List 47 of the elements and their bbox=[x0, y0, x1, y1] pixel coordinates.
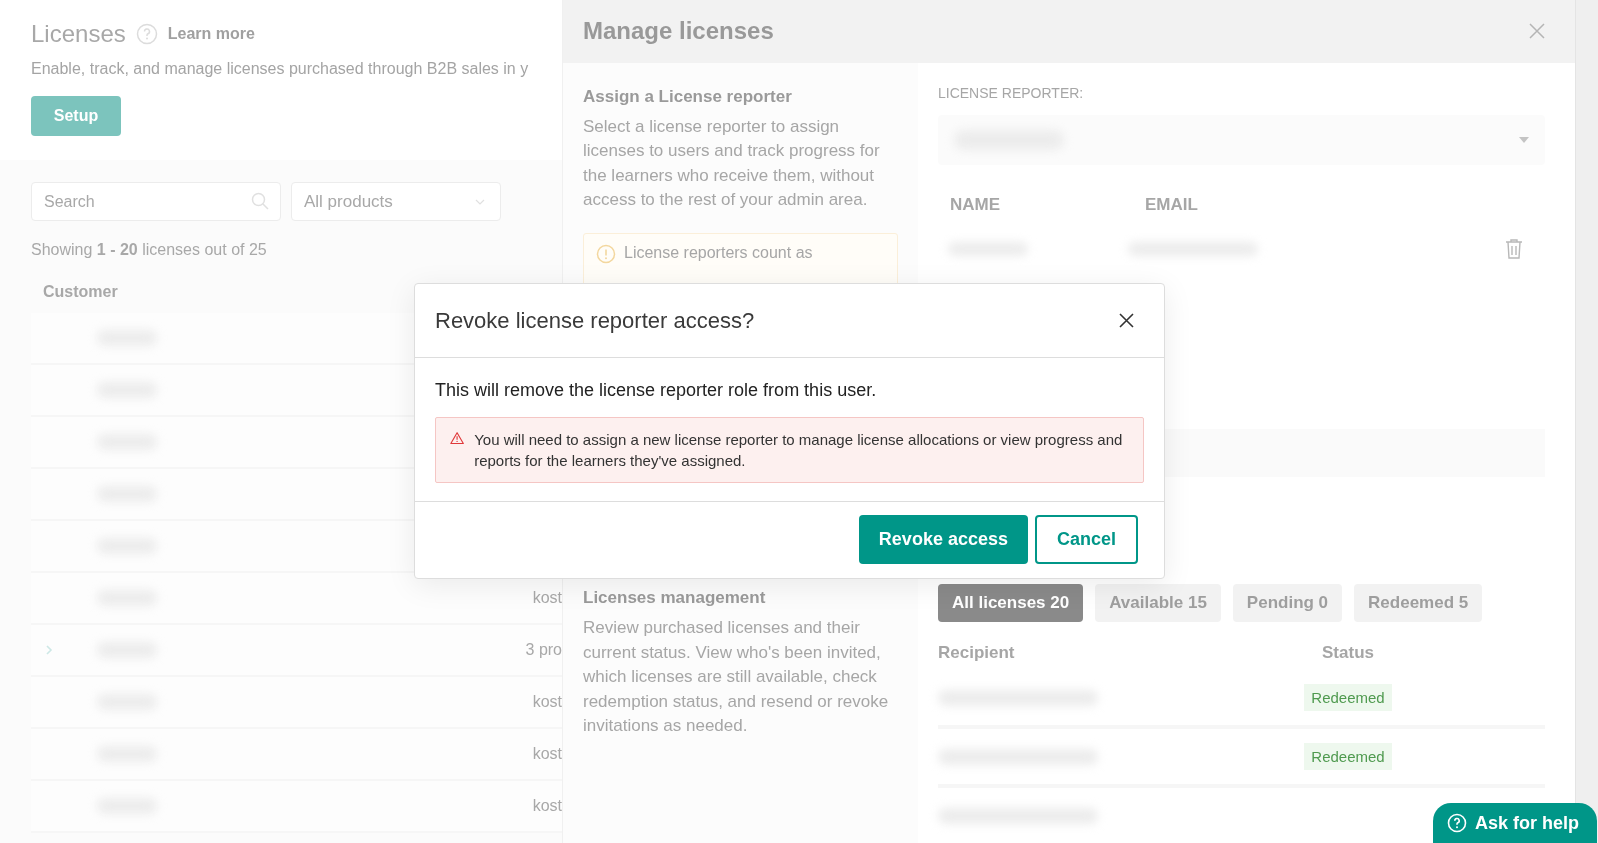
cancel-button[interactable]: Cancel bbox=[1034, 515, 1138, 564]
column-header: Customer bbox=[43, 283, 118, 300]
filter-tab[interactable]: All licenses 20 bbox=[938, 584, 1084, 622]
status-badge: Redeemed bbox=[1304, 743, 1392, 770]
table-cell: 3 pro bbox=[525, 641, 562, 659]
table-cell: kost bbox=[532, 589, 562, 607]
table-cell: kost bbox=[532, 797, 562, 815]
section-description: Select a license reporter to assign licenses to users and track progress for the learners who receive them, without access to the rest of your admin area. bbox=[583, 115, 881, 212]
warning-icon bbox=[450, 429, 465, 447]
caret-down-icon bbox=[1519, 136, 1529, 143]
panel-title: Manage licenses bbox=[583, 17, 774, 46]
product-dropdown[interactable]: All products bbox=[291, 182, 501, 221]
status-badge: Redeemed bbox=[1304, 684, 1392, 711]
column-header: EMAIL bbox=[1145, 194, 1199, 215]
filter-tab[interactable]: Available 15 bbox=[1095, 584, 1221, 622]
results-count: Showing 1 - 20 licenses out of 25 bbox=[31, 241, 268, 259]
filter-tab[interactable]: Redeemed 5 bbox=[1354, 584, 1483, 622]
section-description: Review purchased licenses and their current status. View who's been invited, which licenses are still available, check redemption status, and resend or revoke invitations as needed. bbox=[583, 617, 890, 737]
help-icon[interactable] bbox=[135, 23, 158, 45]
table-cell: kost bbox=[532, 693, 562, 711]
field-label: LICENSE REPORTER: bbox=[938, 84, 1085, 101]
info-icon bbox=[596, 243, 616, 264]
column-header: NAME bbox=[950, 194, 1002, 215]
section-heading: Licenses management bbox=[583, 588, 767, 608]
notice-text: License reporters count as bbox=[624, 243, 813, 262]
trash-icon[interactable] bbox=[1505, 238, 1523, 260]
dialog-message: This will remove the license reporter role from this user. bbox=[435, 380, 878, 401]
dialog-title: Revoke license reporter access? bbox=[435, 307, 755, 334]
reporter-dropdown[interactable] bbox=[938, 114, 1545, 165]
column-header: Recipient bbox=[938, 643, 1016, 663]
help-icon bbox=[1447, 813, 1467, 833]
chevron-right-icon[interactable] bbox=[45, 644, 53, 656]
page-title: Licenses bbox=[31, 20, 126, 48]
search-field[interactable]: Search bbox=[31, 182, 281, 221]
learn-more-link[interactable]: Learn more bbox=[167, 25, 255, 43]
column-header: Status bbox=[1321, 643, 1375, 663]
search-icon bbox=[251, 192, 269, 210]
filter-tab[interactable]: Pending 0 bbox=[1232, 584, 1343, 622]
warning-text: You will need to assign a new license reporter to manage license allocations or view progress and reports for the learners they've assigned. bbox=[474, 430, 1124, 471]
close-icon[interactable] bbox=[1119, 313, 1134, 328]
table-cell: kost bbox=[532, 745, 562, 763]
help-button[interactable]: Ask for help bbox=[1433, 803, 1598, 843]
page-subtitle: Enable, track, and manage licenses purchased through B2B sales in y bbox=[31, 60, 530, 78]
setup-button[interactable]: Setup bbox=[31, 96, 121, 136]
section-heading: Assign a License reporter bbox=[583, 86, 793, 107]
chevron-down-icon bbox=[474, 197, 486, 206]
revoke-button[interactable]: Revoke access bbox=[858, 515, 1028, 564]
